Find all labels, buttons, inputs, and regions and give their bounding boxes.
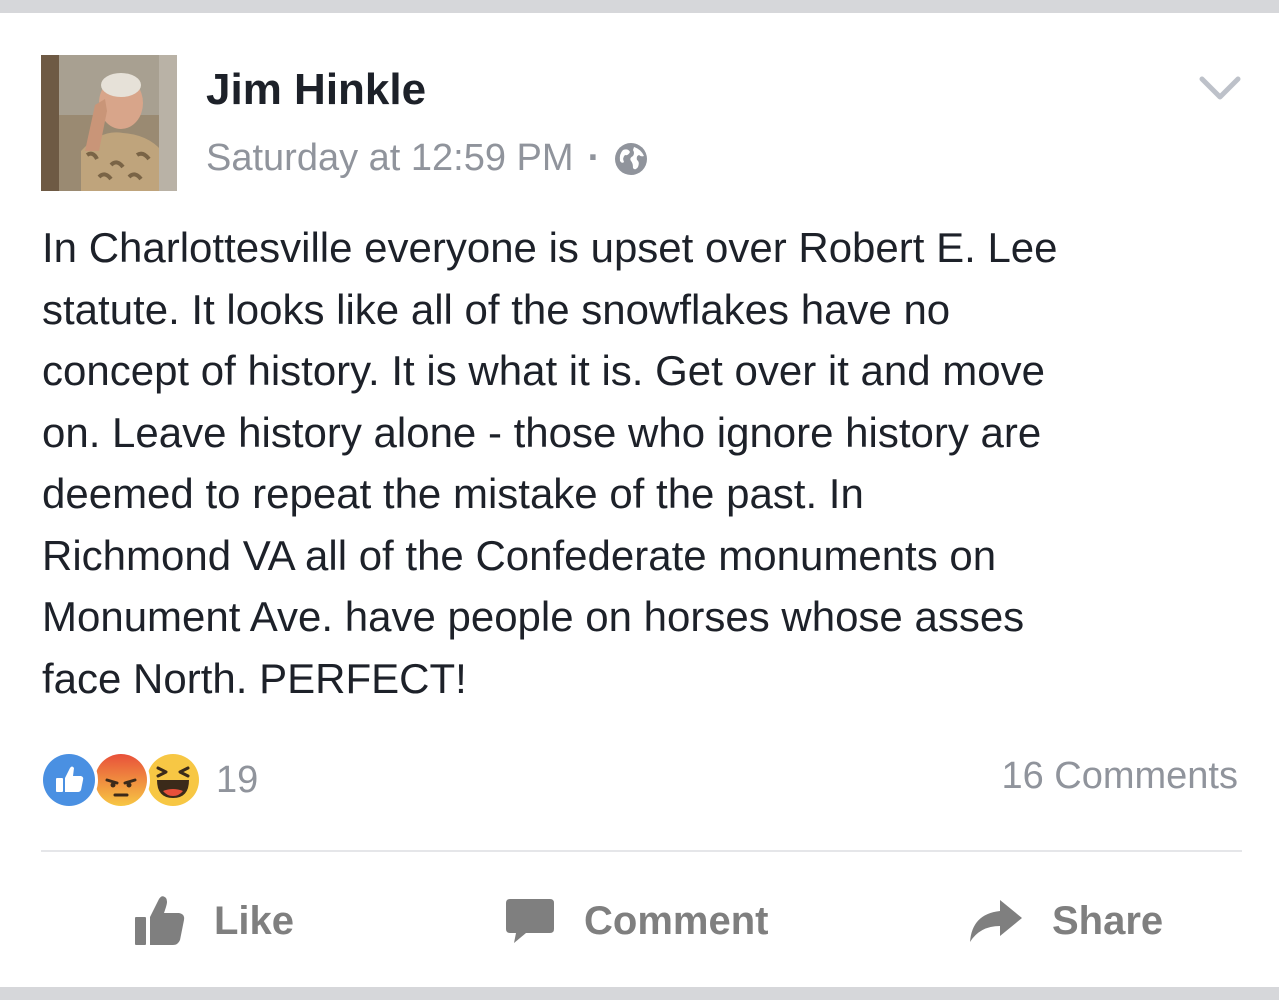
share-button[interactable]: Share [966, 881, 1163, 961]
avatar[interactable] [41, 55, 177, 191]
like-reaction-icon [40, 751, 98, 809]
post-body-text: In Charlottesville everyone is upset ove… [42, 224, 1058, 702]
thumbs-up-icon [135, 896, 185, 945]
angry-reaction-icon [92, 751, 150, 809]
comment-button[interactable]: Comment [504, 881, 768, 961]
comment-bubble-icon [506, 899, 554, 943]
globe-icon [614, 142, 648, 176]
meta-separator: · [587, 137, 601, 179]
post-meta: Saturday at 12:59 PM · [206, 137, 648, 180]
reaction-count: 19 [216, 758, 259, 801]
author-name[interactable]: Jim Hinkle [206, 65, 426, 115]
reaction-summary[interactable]: 19 [40, 751, 259, 809]
divider [41, 850, 1242, 852]
like-label: Like [214, 898, 295, 943]
bottom-frame-bar [0, 987, 1279, 1000]
share-label: Share [1052, 898, 1164, 943]
top-frame-bar [0, 0, 1279, 13]
post-timestamp[interactable]: Saturday at 12:59 PM [206, 137, 574, 180]
comments-count-link[interactable]: 16 Comments [1001, 755, 1238, 798]
like-button[interactable]: Like [132, 881, 294, 961]
chevron-down-icon[interactable] [1196, 71, 1244, 107]
post-card: Jim Hinkle Saturday at 12:59 PM · In Cha… [0, 13, 1279, 987]
avatar-photo [41, 55, 177, 191]
comment-label: Comment [584, 898, 769, 943]
share-arrow-icon [970, 900, 1022, 942]
haha-reaction-icon [144, 751, 202, 809]
